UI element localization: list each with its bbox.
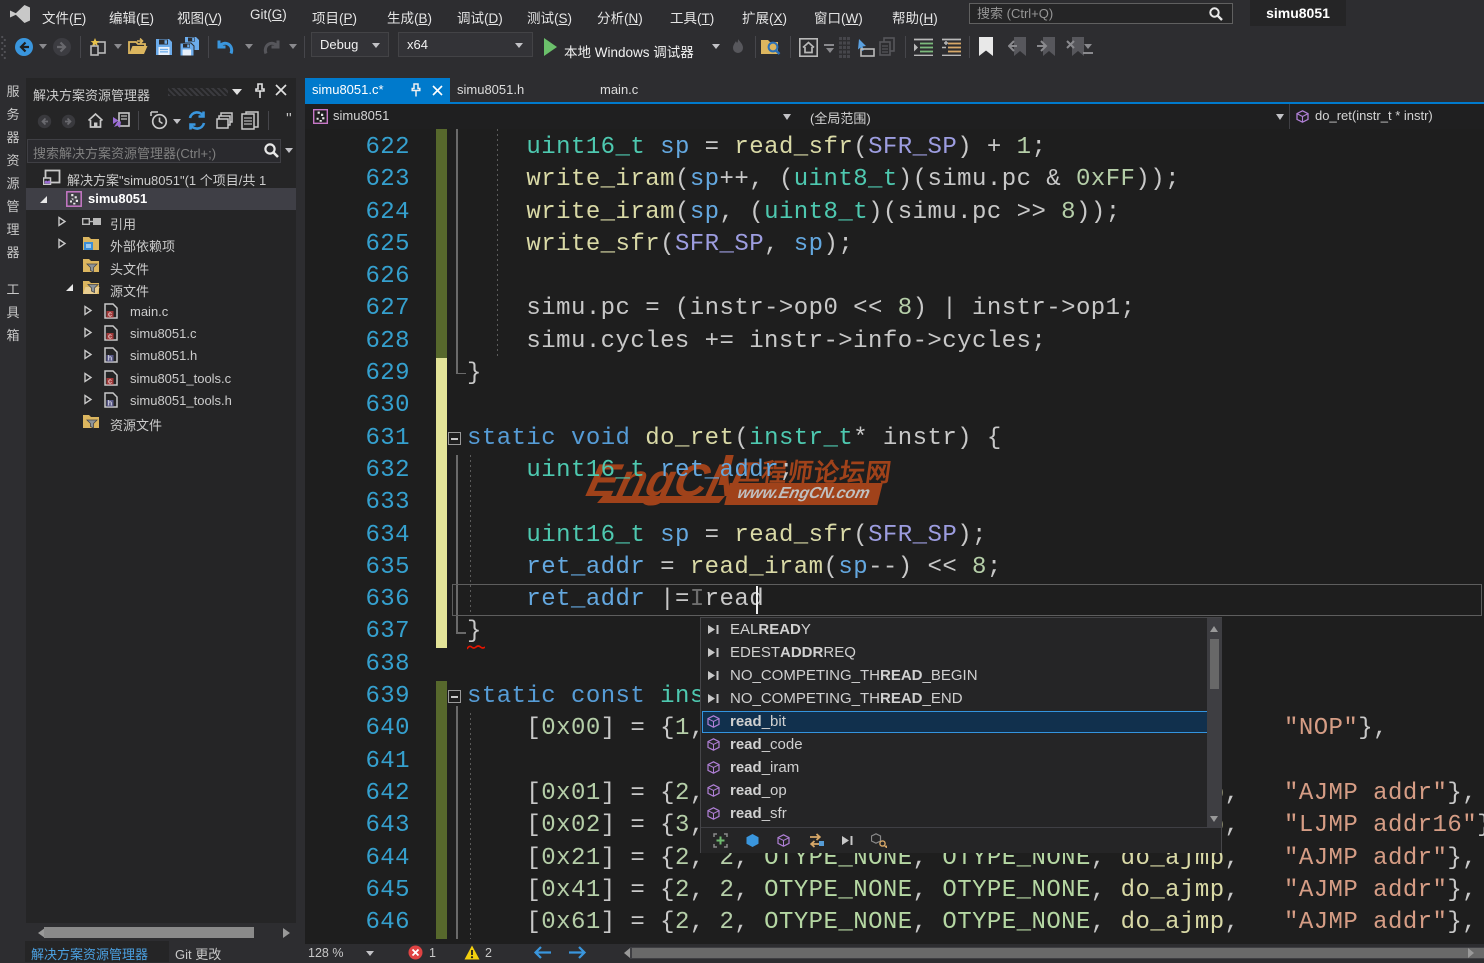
- svg-text:c: c: [108, 332, 112, 341]
- svg-text:c: c: [108, 310, 112, 319]
- svg-text:c: c: [108, 377, 112, 386]
- svg-text:h: h: [108, 399, 112, 408]
- svg-text:h: h: [108, 354, 112, 363]
